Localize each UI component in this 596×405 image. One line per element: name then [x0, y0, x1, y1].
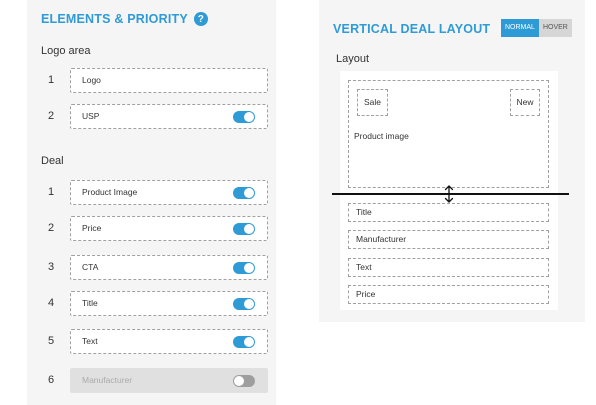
row-number: 1 [47, 74, 55, 86]
sale-badge-zone[interactable]: Sale [357, 89, 388, 116]
deal-label: Deal [41, 155, 64, 167]
element-label: Product Image [82, 187, 138, 197]
elements-priority-panel: ELEMENTS & PRIORITY ? Logo area 1 Logo 2… [27, 0, 276, 405]
elements-priority-title: ELEMENTS & PRIORITY [41, 12, 188, 26]
row-number: 3 [47, 261, 55, 273]
toggle-knob [244, 224, 254, 234]
toggle-knob [234, 376, 244, 386]
element-label: Title [82, 298, 98, 308]
element-slot-text[interactable]: Text [70, 329, 268, 354]
element-label: Manufacturer [82, 375, 133, 385]
element-label: Price [82, 223, 102, 233]
row-number: 4 [47, 297, 55, 309]
logo-area-label: Logo area [41, 45, 91, 57]
hover-mode-button[interactable]: HOVER [538, 19, 572, 37]
text-zone[interactable]: Text [348, 258, 549, 277]
price-zone[interactable]: Price [348, 285, 549, 304]
product-image-toggle[interactable] [233, 187, 255, 199]
title-row: 4 Title [41, 291, 269, 316]
title-toggle[interactable] [233, 298, 255, 310]
price-row: 2 Price [41, 216, 269, 241]
element-slot-cta[interactable]: CTA [70, 255, 268, 280]
resize-vertical-icon[interactable] [443, 185, 455, 203]
cta-toggle[interactable] [233, 262, 255, 274]
toggle-knob [244, 299, 254, 309]
product-image-row: 1 Product Image [41, 180, 269, 205]
price-toggle[interactable] [233, 223, 255, 235]
element-label: Text [82, 336, 98, 346]
root: ELEMENTS & PRIORITY ? Logo area 1 Logo 2… [0, 0, 596, 405]
toggle-knob [244, 112, 254, 122]
state-mode-switch: NORMAL HOVER [501, 19, 572, 37]
row-number: 1 [47, 186, 55, 198]
layout-label: Layout [336, 53, 370, 65]
row-number: 5 [47, 335, 55, 347]
new-badge-zone[interactable]: New [510, 89, 540, 116]
toggle-knob [244, 188, 254, 198]
element-slot-usp[interactable]: USP [70, 104, 268, 129]
element-slot-product-image[interactable]: Product Image [70, 180, 268, 205]
row-number: 2 [47, 222, 55, 234]
help-icon[interactable]: ? [193, 12, 208, 26]
cta-row: 3 CTA [41, 255, 269, 280]
text-row: 5 Text [41, 329, 269, 354]
row-number: 2 [47, 110, 55, 122]
title-zone[interactable]: Title [348, 203, 549, 222]
usp-toggle[interactable] [233, 111, 255, 123]
normal-mode-button[interactable]: NORMAL [501, 19, 539, 37]
element-label: USP [82, 111, 100, 121]
toggle-knob [244, 337, 254, 347]
product-image-label: Product image [354, 131, 409, 141]
element-slot-logo[interactable]: Logo [70, 68, 268, 93]
element-slot-title[interactable]: Title [70, 291, 268, 316]
usp-row: 2 USP [41, 104, 269, 129]
text-toggle[interactable] [233, 336, 255, 348]
row-number: 6 [47, 374, 55, 386]
product-image-zone[interactable]: Sale New Product image [348, 80, 549, 188]
manufacturer-toggle[interactable] [233, 375, 255, 387]
element-slot-price[interactable]: Price [70, 216, 268, 241]
toggle-knob [244, 263, 254, 273]
vertical-deal-layout-panel: VERTICAL DEAL LAYOUT NORMAL HOVER Layout… [319, 0, 585, 322]
manufacturer-row: 6 Manufacturer [41, 368, 269, 393]
manufacturer-zone[interactable]: Manufacturer [348, 230, 549, 249]
logo-row: 1 Logo [41, 68, 269, 93]
elements-priority-heading: ELEMENTS & PRIORITY ? [41, 12, 208, 26]
element-label: Logo [82, 75, 101, 85]
vertical-deal-layout-heading: VERTICAL DEAL LAYOUT [333, 22, 491, 36]
element-label: CTA [82, 262, 99, 272]
element-slot-manufacturer[interactable]: Manufacturer [70, 368, 268, 393]
